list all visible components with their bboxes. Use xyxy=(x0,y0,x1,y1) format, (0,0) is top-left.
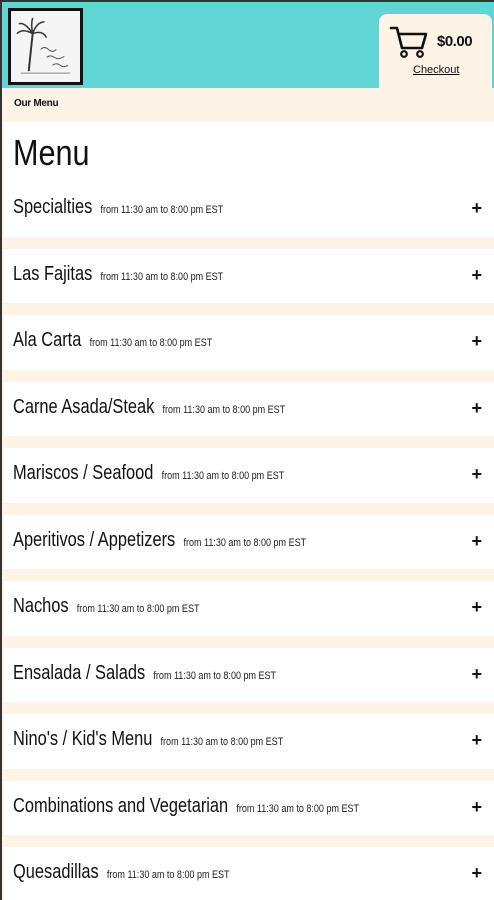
category-row[interactable]: Quesadillas from 11:30 am to 8:00 pm EST … xyxy=(4,847,494,900)
category-row[interactable]: Nachos from 11:30 am to 8:00 pm EST + xyxy=(4,581,494,648)
expand-plus-icon[interactable]: + xyxy=(471,331,482,352)
category-hours: from 11:30 am to 8:00 pm EST xyxy=(89,337,213,349)
category-row[interactable]: Ensalada / Salads from 11:30 am to 8:00 p… xyxy=(4,648,494,714)
category-title: Aperitivos / Appetizers from 11:30 am to … xyxy=(13,529,306,552)
expand-plus-icon[interactable]: + xyxy=(471,863,482,884)
expand-plus-icon[interactable]: + xyxy=(471,464,482,485)
category-name: Nino's / Kid's Menu xyxy=(13,728,153,750)
expand-plus-icon[interactable]: + xyxy=(471,664,482,685)
breadcrumb: Our Menu xyxy=(2,88,494,122)
category-name: Quesadillas xyxy=(13,861,99,883)
cart-total: $0.00 xyxy=(437,33,473,50)
category-row[interactable]: Specialties from 11:30 am to 8:00 pm EST … xyxy=(4,182,494,249)
category-row[interactable]: Las Fajitas from 11:30 am to 8:00 pm EST … xyxy=(4,249,494,315)
category-hours: from 11:30 am to 8:00 pm EST xyxy=(76,603,200,615)
category-title: Mariscos / Seafood from 11:30 am to 8:00 … xyxy=(13,462,284,485)
category-row[interactable]: Aperitivos / Appetizers from 11:30 am to … xyxy=(4,515,494,581)
expand-plus-icon[interactable]: + xyxy=(471,265,482,286)
category-title: Ala Carta from 11:30 am to 8:00 pm EST xyxy=(13,329,212,352)
category-title: Specialties from 11:30 am to 8:00 pm EST xyxy=(13,196,223,219)
shopping-cart-icon[interactable] xyxy=(389,24,429,60)
category-hours: from 11:30 am to 8:00 pm EST xyxy=(161,470,285,482)
expand-plus-icon[interactable]: + xyxy=(471,797,482,818)
page-title: Menu xyxy=(13,132,90,173)
category-name: Ala Carta xyxy=(13,329,82,351)
category-name: Ensalada / Salads xyxy=(13,661,146,684)
cart-panel: $0.00 Checkout xyxy=(379,14,492,92)
restaurant-logo[interactable] xyxy=(8,8,83,85)
category-row[interactable]: Mariscos / Seafood from 11:30 am to 8:00 … xyxy=(4,448,494,515)
app-frame: $0.00 Checkout Our Menu Menu Specialties… xyxy=(0,0,494,900)
breadcrumb-our-menu[interactable]: Our Menu xyxy=(14,98,59,109)
category-row[interactable]: Combinations and Vegetarian from 11:30 am… xyxy=(4,781,494,847)
category-hours: from 11:30 am to 8:00 pm EST xyxy=(183,536,307,549)
category-title: Quesadillas from 11:30 am to 8:00 pm EST xyxy=(13,861,230,884)
category-hours: from 11:30 am to 8:00 pm EST xyxy=(160,736,284,748)
category-list: Specialties from 11:30 am to 8:00 pm EST … xyxy=(4,182,494,900)
expand-plus-icon[interactable]: + xyxy=(471,198,482,219)
category-title: Nino's / Kid's Menu from 11:30 am to 8:00… xyxy=(13,728,283,751)
expand-plus-icon[interactable]: + xyxy=(471,398,482,419)
palm-tree-logo-icon xyxy=(11,12,80,81)
category-title: Nachos from 11:30 am to 8:00 pm EST xyxy=(13,595,199,618)
category-row[interactable]: Nino's / Kid's Menu from 11:30 am to 8:00… xyxy=(4,714,494,781)
category-name: Specialties xyxy=(13,196,93,218)
category-name: Carne Asada/Steak xyxy=(13,395,155,418)
category-hours: from 11:30 am to 8:00 pm EST xyxy=(162,403,286,416)
category-row[interactable]: Ala Carta from 11:30 am to 8:00 pm EST + xyxy=(4,315,494,382)
category-hours: from 11:30 am to 8:00 pm EST xyxy=(236,802,360,815)
expand-plus-icon[interactable]: + xyxy=(471,730,482,751)
checkout-link[interactable]: Checkout xyxy=(413,64,459,76)
category-name: Aperitivos / Appetizers xyxy=(13,528,176,551)
header-bar: $0.00 Checkout xyxy=(2,0,494,92)
category-title: Carne Asada/Steak from 11:30 am to 8:00 p… xyxy=(13,396,285,419)
category-name: Las Fajitas xyxy=(13,262,93,285)
category-hours: from 11:30 am to 8:00 pm EST xyxy=(100,270,224,283)
category-name: Combinations and Vegetarian xyxy=(13,794,229,817)
category-title: Ensalada / Salads from 11:30 am to 8:00 p… xyxy=(13,662,276,685)
category-name: Mariscos / Seafood xyxy=(13,462,154,484)
menu-content: Menu Specialties from 11:30 am to 8:00 pm… xyxy=(4,122,494,900)
category-hours: from 11:30 am to 8:00 pm EST xyxy=(153,669,277,682)
expand-plus-icon[interactable]: + xyxy=(471,531,482,552)
category-name: Nachos xyxy=(13,595,69,617)
expand-plus-icon[interactable]: + xyxy=(471,597,482,618)
category-hours: from 11:30 am to 8:00 pm EST xyxy=(100,204,224,216)
category-title: Las Fajitas from 11:30 am to 8:00 pm EST xyxy=(13,263,223,286)
category-row[interactable]: Carne Asada/Steak from 11:30 am to 8:00 p… xyxy=(4,382,494,448)
category-title: Combinations and Vegetarian from 11:30 am… xyxy=(13,795,359,818)
category-hours: from 11:30 am to 8:00 pm EST xyxy=(106,869,230,881)
